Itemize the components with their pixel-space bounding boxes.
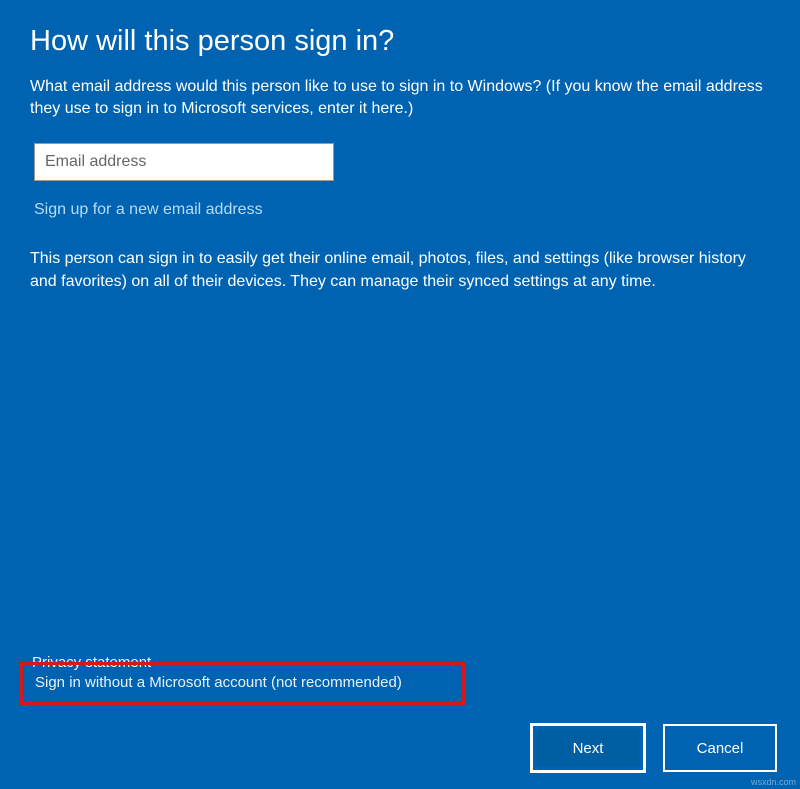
email-input[interactable]	[34, 143, 334, 181]
sign-in-without-ms-account-link[interactable]: Sign in without a Microsoft account (not…	[35, 674, 402, 691]
info-text: This person can sign in to easily get th…	[30, 247, 770, 293]
description-text: What email address would this person lik…	[30, 76, 770, 121]
no-ms-account-highlight: Sign in without a Microsoft account (not…	[20, 662, 465, 705]
next-button[interactable]: Next	[536, 729, 640, 767]
page-title: How will this person sign in?	[30, 25, 770, 58]
button-row: Next Cancel	[536, 729, 772, 767]
signup-link[interactable]: Sign up for a new email address	[34, 201, 263, 219]
cancel-button[interactable]: Cancel	[668, 729, 772, 767]
watermark: wsxdn.com	[751, 777, 796, 787]
